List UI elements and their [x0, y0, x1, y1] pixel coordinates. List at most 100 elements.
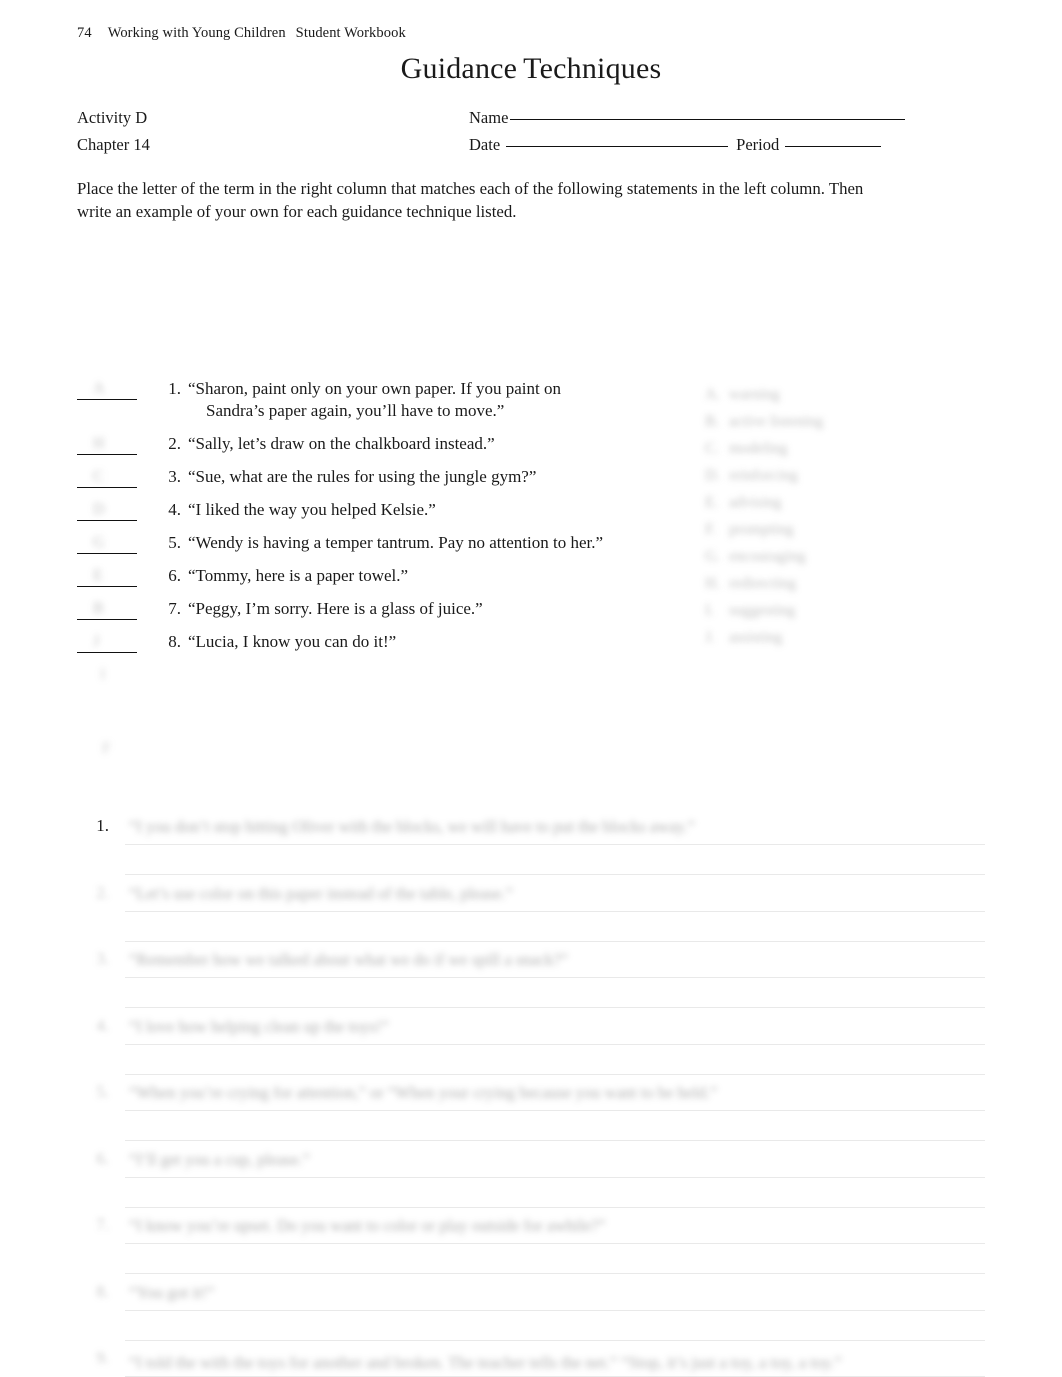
- written-answer-rule: [125, 1043, 985, 1045]
- page-title-part2: Techniques: [523, 52, 662, 85]
- name-label: Name: [469, 108, 509, 127]
- period-label: Period: [736, 135, 780, 154]
- matching-item-number: 8.: [168, 632, 181, 651]
- answer-blank-rule: [77, 454, 137, 455]
- written-answer-text: “When you’re crying for attention,” or “…: [129, 1083, 718, 1102]
- book-title: Working with Young Children: [107, 25, 286, 41]
- activity-label: Activity D: [77, 108, 148, 127]
- written-answer-rule: [125, 910, 985, 912]
- term-label: prompting: [729, 521, 794, 538]
- answer-blank-value: A: [93, 380, 105, 397]
- term-bank-item: H. redirecting: [705, 575, 995, 602]
- written-answer-row[interactable]: 6. “I’ll get you a cup, please.”: [77, 1141, 985, 1208]
- meta-row-chapter: Chapter 14 Date Period: [77, 135, 985, 162]
- name-field[interactable]: [510, 119, 906, 120]
- matching-item-number: 6.: [168, 566, 181, 585]
- term-label: modeling: [729, 440, 788, 457]
- written-answer-text: “You got it!”: [129, 1282, 215, 1302]
- matching-item-number: 3.: [168, 467, 181, 486]
- page-number: 74: [77, 25, 92, 41]
- answer-blank[interactable]: H: [77, 433, 145, 455]
- answer-blank[interactable]: A: [77, 378, 145, 400]
- matching-item-text: “Sharon, paint only on your own paper. I…: [188, 378, 677, 422]
- stray-mark-2: F: [102, 740, 111, 757]
- answer-blank[interactable]: J: [77, 631, 145, 653]
- answer-blank[interactable]: B: [77, 598, 145, 620]
- matching-item-text: “Peggy, I’m sorry. Here is a glass of ju…: [188, 598, 677, 620]
- matching-item: D 4. “I liked the way you helped Kelsie.”: [77, 499, 677, 521]
- answer-blank[interactable]: D: [77, 499, 145, 521]
- answer-blank-value: J: [93, 633, 100, 650]
- term-letter: J.: [705, 629, 715, 646]
- written-answer-rule: [125, 1176, 985, 1178]
- term-bank-item: C. modeling: [705, 440, 995, 467]
- written-answer-number: 5.: [96, 1082, 109, 1101]
- period-field[interactable]: [785, 146, 882, 147]
- answer-blank[interactable]: G: [77, 532, 145, 554]
- term-label: encouraging: [729, 548, 806, 565]
- answer-blank[interactable]: E: [77, 565, 145, 587]
- written-answer-row[interactable]: 8. “You got it!”: [77, 1274, 985, 1341]
- matching-item: E 6. “Tommy, here is a paper towel.”: [77, 565, 677, 587]
- term-label: suggesting: [729, 602, 796, 619]
- date-label: Date: [469, 135, 501, 154]
- matching-item-text: “Sally, let’s draw on the chalkboard ins…: [188, 433, 677, 455]
- written-answer-number: 2.: [96, 882, 109, 902]
- written-answer-row[interactable]: 1. “I you don’t stop hitting Oliver with …: [77, 808, 985, 875]
- written-answer-row[interactable]: 4. “I love how helping clean up the toys!…: [77, 1008, 985, 1075]
- page-title-part1: Guidance: [400, 52, 518, 85]
- term-bank: A. warning B. active listening C. modeling D. r…: [705, 386, 995, 656]
- written-answer-text: “I you don’t stop hitting Oliver with th…: [129, 817, 695, 836]
- matching-item-text: “Lucia, I know you can do it!”: [188, 631, 677, 653]
- written-answer-rule: [125, 1110, 985, 1111]
- matching-item: J 8. “Lucia, I know you can do it!”: [77, 631, 677, 653]
- written-answer-rule: [125, 1309, 985, 1311]
- date-field[interactable]: [506, 146, 729, 147]
- matching-item-line1: “Sally, let’s draw on the chalkboard ins…: [188, 434, 495, 453]
- running-head: 74 Working with Young Children Student Wor…: [77, 25, 406, 42]
- matching-item-text: “I liked the way you helped Kelsie.”: [188, 499, 677, 521]
- term-letter: C.: [705, 440, 720, 457]
- matching-item: G 5. “Wendy is having a temper tantrum. Pa…: [77, 532, 677, 554]
- written-answer-row[interactable]: 9. “I told the with the toys for another …: [77, 1340, 985, 1377]
- written-answer-number: 9.: [96, 1348, 109, 1367]
- matching-item: C 3. “Sue, what are the rules for using th…: [77, 466, 677, 488]
- answer-blank[interactable]: C: [77, 466, 145, 488]
- term-bank-item: D. reinforcing: [705, 467, 995, 494]
- written-answer-row[interactable]: 5. “When you’re crying for attention,” or…: [77, 1074, 985, 1141]
- term-letter: I.: [705, 602, 715, 619]
- written-answer-row[interactable]: 3. “Remember how we talked about what we …: [77, 941, 985, 1008]
- written-answer-text: “Remember how we talked about what we do…: [129, 950, 568, 969]
- answer-blank-rule: [77, 520, 137, 521]
- term-bank-item: E. advising: [705, 494, 995, 521]
- term-label: redirecting: [729, 575, 797, 592]
- matching-item-number: 5.: [168, 533, 181, 552]
- stray-mark-1: I: [100, 666, 106, 683]
- matching-item-line1: “Peggy, I’m sorry. Here is a glass of ju…: [188, 599, 483, 618]
- answer-blank-rule: [77, 487, 137, 488]
- answer-blank-rule: [77, 553, 137, 554]
- written-answer-number: 1.: [96, 816, 109, 835]
- written-answer-text: “I’ll get you a cup, please.”: [129, 1149, 310, 1169]
- term-letter: F.: [705, 521, 717, 538]
- matching-item-line1: “Sue, what are the rules for using the j…: [188, 467, 537, 486]
- term-letter: G.: [705, 548, 721, 565]
- term-bank-item: F. prompting: [705, 521, 995, 548]
- written-answer-row[interactable]: 7. “I know you’re upset. Do you want to c…: [77, 1207, 985, 1274]
- answer-blank-value: E: [93, 567, 103, 584]
- page-title: Guidance Techniques: [0, 52, 1062, 86]
- meta-block: Activity D Name Chapter 14 Date Period: [77, 108, 985, 162]
- matching-item-number: 4.: [168, 500, 181, 519]
- answer-blank-value: G: [93, 534, 105, 551]
- answer-blank-rule: [77, 652, 137, 653]
- matching-item-line1: “Wendy is having a temper tantrum. Pay n…: [188, 533, 604, 552]
- term-bank-item: B. active listening: [705, 413, 995, 440]
- term-bank-item: A. warning: [705, 386, 995, 413]
- written-answer-number: 7.: [96, 1215, 109, 1234]
- matching-item-number: 2.: [168, 434, 181, 453]
- answer-blank-value: B: [93, 600, 104, 617]
- matching-item-line2: Sandra’s paper again, you’ll have to mov…: [206, 401, 505, 420]
- written-answer-number: 4.: [96, 1015, 109, 1035]
- written-answer-row[interactable]: 2. “Let’s use color on this paper instead…: [77, 875, 985, 942]
- written-answer-text: “I told the with the toys for another an…: [129, 1353, 842, 1372]
